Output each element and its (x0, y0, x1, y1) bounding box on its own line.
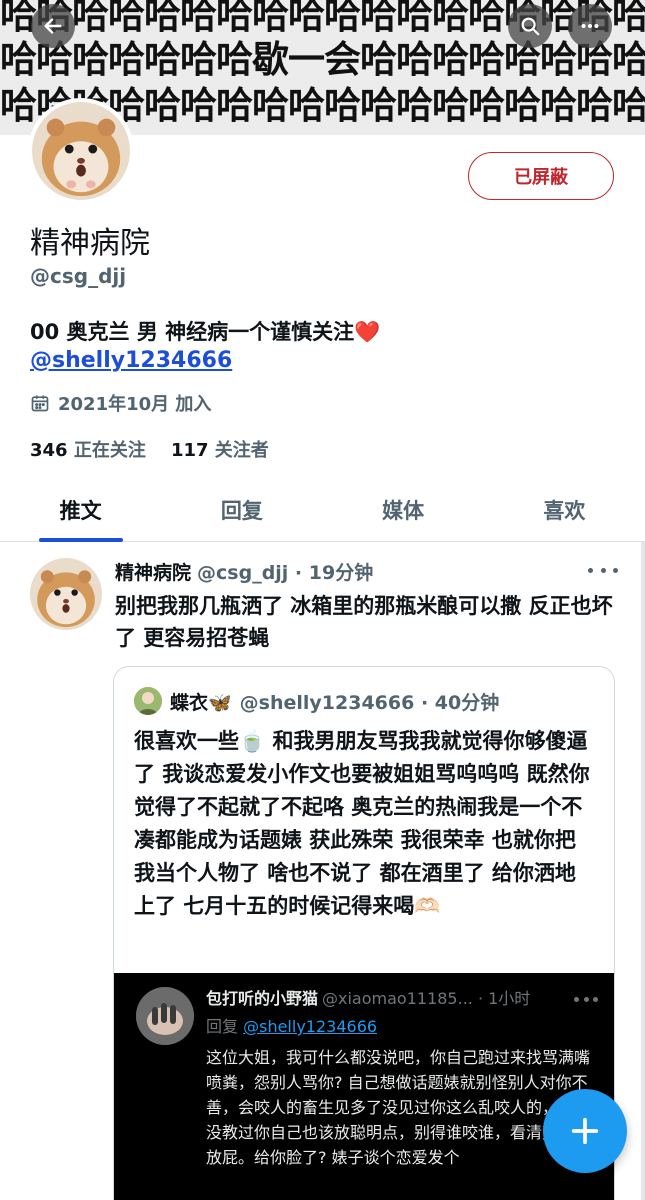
follow-stats: 346 正在关注 117 关注者 (30, 436, 269, 462)
quoted-tweet-header: 蝶衣🦋 @shelly1234666 · 40分钟 (134, 687, 499, 715)
tweet-text: 别把我那几瓶洒了 冰箱里的那瓶米酿可以撒 反正也坏了 更容易招苍蝇 (115, 594, 613, 650)
profile-display-name: 精神病院 (30, 226, 150, 261)
avatar-image (136, 987, 194, 1045)
bio-mention-link[interactable]: @shelly1234666 (30, 348, 232, 373)
arrow-left-icon (44, 18, 62, 34)
embedded-header: 包打听的小野猫 @xiaomao11185... · 1小时 (206, 985, 530, 1009)
embedded-meta: @xiaomao11185... · 1小时 (322, 989, 531, 1008)
calendar-icon (31, 395, 49, 412)
hamster-avatar-image (30, 558, 102, 630)
profile-tabs: 推文 回复 媒体 喜欢 (0, 478, 645, 542)
tab-likes[interactable]: 喜欢 (484, 478, 645, 541)
plus-icon (571, 1117, 599, 1145)
search-icon (521, 17, 540, 36)
embedded-text: 这位大姐，我可什么都没说吧，你自己跑过来找骂满嘴喷粪，怨别人骂你? 自己想做话题… (206, 1048, 591, 1167)
embedded-more-icon (574, 989, 598, 1009)
embedded-reply-line: 回复 @shelly1234666 (206, 1013, 377, 1037)
more-options-button[interactable] (568, 4, 612, 48)
search-button[interactable] (508, 4, 552, 48)
more-dot-icon (588, 567, 593, 573)
following-label: 正在关注 (73, 440, 146, 461)
quoted-meta: @shelly1234666 · 40分钟 (239, 691, 500, 714)
tweet-more-button[interactable] (588, 560, 618, 580)
reply-mention: @shelly1234666 (243, 1017, 378, 1036)
followers-count: 117 (170, 440, 209, 461)
compose-button[interactable] (543, 1089, 627, 1173)
banner-text-line-2: 哈哈哈哈哈哈哈歇一会哈哈哈哈哈哈哈哈 (0, 38, 645, 81)
embedded-screenshot: 包打听的小野猫 @xiaomao11185... · 1小时 回复 @shell… (114, 973, 614, 1200)
embedded-author-name: 包打听的小野猫 (206, 989, 319, 1008)
avatar-image (134, 687, 162, 715)
tab-media[interactable]: 媒体 (323, 478, 484, 541)
joined-date-text: 2021年10月 加入 (58, 394, 212, 415)
scrollbar-track[interactable] (641, 542, 645, 1200)
blocked-button[interactable]: 已屏蔽 (468, 152, 614, 200)
followers-label: 关注者 (214, 440, 269, 461)
following-count: 346 (30, 440, 68, 461)
more-dot-icon (613, 567, 618, 573)
quoted-author-name: 蝶衣🦋 (170, 691, 232, 714)
tweet-author-name[interactable]: 精神病院 (115, 558, 191, 585)
quoted-author-avatar (134, 687, 162, 715)
hamster-avatar-image (32, 102, 130, 200)
tweet-header: 精神病院 @csg_djj · 19分钟 (115, 558, 373, 585)
followers-link[interactable]: 117 关注者 (171, 440, 269, 461)
quoted-tweet-text: 很喜欢一些🍵 和我男朋友骂我我就觉得你够傻逼了 我谈恋爱发小作文也要被姐姐骂呜呜… (134, 729, 590, 918)
tweet-author-avatar[interactable] (30, 558, 102, 630)
following-link[interactable]: 346 正在关注 (30, 440, 146, 461)
more-icon (581, 23, 599, 29)
quoted-tweet[interactable]: 蝶衣🦋 @shelly1234666 · 40分钟 很喜欢一些🍵 和我男朋友骂我… (113, 666, 615, 1200)
tweet-meta: @csg_djj · 19分钟 (197, 562, 374, 584)
reply-prefix: 回复 (206, 1017, 239, 1036)
back-button[interactable] (31, 4, 75, 48)
joined-date: 2021年10月 加入 (30, 390, 211, 416)
tab-posts[interactable]: 推文 (0, 478, 161, 541)
embedded-author-avatar (136, 987, 194, 1045)
profile-avatar[interactable] (28, 98, 134, 204)
profile-handle: @csg_djj (30, 264, 127, 288)
profile-bio: 00 奥克兰 男 神经病一个谨慎关注❤️ (30, 320, 381, 344)
tab-replies[interactable]: 回复 (161, 478, 322, 541)
more-dot-icon (600, 567, 606, 573)
